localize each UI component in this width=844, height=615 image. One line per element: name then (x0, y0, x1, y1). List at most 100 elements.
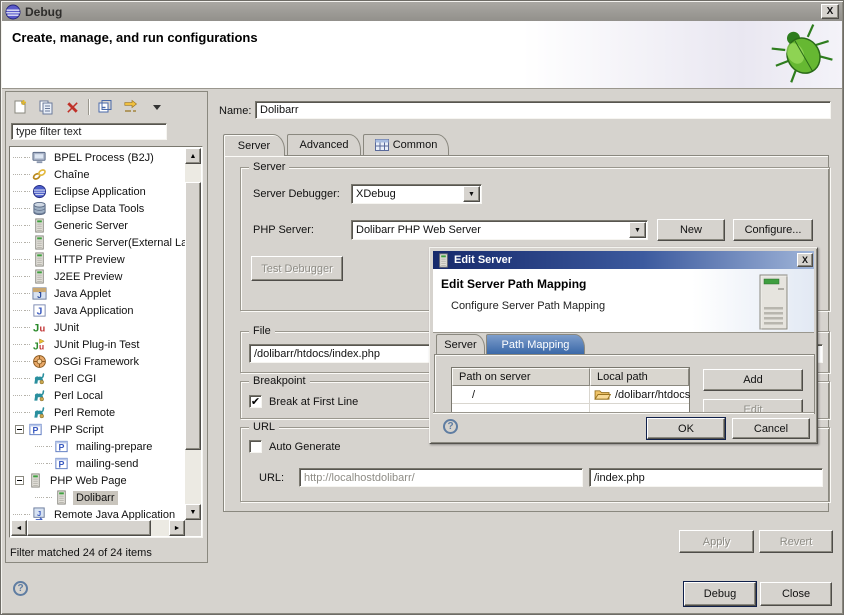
tree-item-osgi-framework[interactable]: OSGi Framework (11, 353, 185, 370)
dialog-close-button[interactable]: X (797, 253, 813, 267)
revert-button[interactable]: Revert (759, 530, 833, 553)
file-group-title: File (249, 325, 275, 337)
tree-item-java-application[interactable]: JJava Application (11, 302, 185, 319)
debug-button[interactable]: Debug (684, 582, 756, 606)
filter-options-icon[interactable] (121, 98, 141, 116)
tree-item-http-preview[interactable]: HTTP Preview (11, 251, 185, 268)
svg-text:J: J (37, 290, 42, 300)
chevron-down-icon[interactable]: ▼ (463, 186, 480, 202)
tree-guide-line (13, 242, 22, 243)
eclipse-icon (32, 184, 47, 199)
dialog-titlebar[interactable]: Edit Server X (433, 251, 814, 269)
tree-vertical-scrollbar[interactable]: ▲ ▼ (185, 148, 201, 520)
new-config-icon[interactable] (10, 98, 30, 116)
tab-advanced[interactable]: Advanced (287, 134, 361, 155)
tree-item-java-applet[interactable]: JJava Applet (11, 285, 185, 302)
collapse-all-icon[interactable] (95, 98, 115, 116)
tree-item-junit-plug-in-test[interactable]: JuJUnit Plug-in Test (11, 336, 185, 353)
url-path-input[interactable]: /index.php (589, 468, 823, 487)
tree-item-label: JUnit Plug-in Test (51, 338, 142, 352)
close-button[interactable]: Close (760, 582, 832, 606)
break-first-line-label: Break at First Line (269, 396, 358, 408)
vertical-scroll-thumb[interactable] (185, 182, 201, 450)
php-icon: P (54, 456, 69, 471)
filter-input[interactable]: type filter text (11, 123, 167, 140)
auto-generate-checkbox[interactable] (249, 440, 262, 453)
window-close-button[interactable]: X (821, 4, 839, 19)
tree-item-j2ee-preview[interactable]: J2EE Preview (11, 268, 185, 285)
php-server-combo[interactable]: Dolibarr PHP Web Server ▼ (351, 220, 648, 240)
tab-common[interactable]: Common (363, 134, 449, 155)
collapse-expander-icon[interactable] (15, 425, 24, 434)
svg-text:P: P (33, 426, 39, 436)
menu-caret-icon[interactable] (147, 98, 167, 116)
tree-horizontal-scrollbar[interactable]: ◄ ► (11, 520, 185, 536)
tree-item-bpel-process-b2j[interactable]: BPEL Process (B2J) (11, 149, 185, 166)
tree-guide-line (13, 344, 22, 345)
dialog-tab-path-mapping[interactable]: Path Mapping (486, 334, 585, 354)
perl-icon (32, 405, 47, 420)
tree-guide-line (24, 361, 30, 362)
tree-guide-line (24, 208, 30, 209)
duplicate-config-icon[interactable] (36, 98, 56, 116)
tree-item-junit[interactable]: JuJUnit (11, 319, 185, 336)
ok-button[interactable]: OK (647, 418, 725, 439)
apply-button[interactable]: Apply (679, 530, 754, 553)
tree-item-php-script[interactable]: PPHP Script (11, 421, 185, 438)
tree-item-perl-cgi[interactable]: Perl CGI (11, 370, 185, 387)
server-icon (28, 473, 43, 488)
scroll-up-button[interactable]: ▲ (185, 148, 201, 164)
add-mapping-button[interactable]: Add (703, 369, 803, 391)
tree-item-perl-remote[interactable]: Perl Remote (11, 404, 185, 421)
tree-item-dolibarr[interactable]: Dolibarr (11, 489, 185, 506)
debug-configurations-window: Debug X Create, manage, and run configur… (0, 0, 844, 615)
dialog-help-icon[interactable]: ? (443, 419, 458, 434)
horizontal-scroll-thumb[interactable] (27, 520, 151, 536)
configurations-tree-container: BPEL Process (B2J)ChaîneEclipse Applicat… (9, 146, 203, 538)
name-input[interactable]: Dolibarr (255, 101, 831, 119)
test-debugger-button[interactable]: Test Debugger (251, 256, 343, 281)
tree-item-generic-server[interactable]: Generic Server (11, 217, 185, 234)
collapse-expander-icon[interactable] (15, 476, 24, 485)
tree-item-perl-local[interactable]: Perl Local (11, 387, 185, 404)
column-header-path-on-server[interactable]: Path on server (452, 368, 590, 386)
tree-item-generic-server-external-la[interactable]: Generic Server(External La (11, 234, 185, 251)
new-server-button[interactable]: New (657, 219, 725, 241)
tree-item-label: BPEL Process (B2J) (51, 151, 157, 165)
chevron-down-icon[interactable]: ▼ (629, 222, 646, 238)
svg-text:u: u (40, 324, 46, 334)
tree-item-eclipse-data-tools[interactable]: Eclipse Data Tools (11, 200, 185, 217)
tree-item-label: Generic Server (51, 219, 131, 233)
tree-item-mailing-prepare[interactable]: Pmailing-prepare (11, 438, 185, 455)
tree-item-mailing-send[interactable]: Pmailing-send (11, 455, 185, 472)
dialog-tab-server[interactable]: Server (436, 334, 485, 354)
column-header-local-path[interactable]: Local path (590, 368, 689, 386)
break-first-line-checkbox[interactable]: ✔ (249, 395, 262, 408)
dialog-title: Edit Server (454, 254, 512, 266)
configure-server-button[interactable]: Configure... (733, 219, 813, 241)
filter-status-text: Filter matched 24 of 24 items (10, 547, 152, 559)
perl-icon (32, 388, 47, 403)
tree-item-remote-java-application[interactable]: JRemote Java Application (11, 506, 185, 520)
tree-item-eclipse-application[interactable]: Eclipse Application (11, 183, 185, 200)
tree-guide-line (24, 259, 30, 260)
scroll-right-button[interactable]: ► (169, 520, 185, 536)
tree-guide-line (24, 395, 30, 396)
osgi-icon (32, 354, 47, 369)
scroll-down-button[interactable]: ▼ (185, 504, 201, 520)
window-titlebar[interactable]: Debug X (2, 2, 842, 21)
tree-item-label: Remote Java Application (51, 508, 178, 521)
help-icon[interactable]: ? (13, 581, 28, 596)
path-mapping-table[interactable]: Path on server Local path //dolibarr/htd… (451, 367, 690, 414)
server-debugger-combo[interactable]: XDebug ▼ (351, 184, 482, 204)
tree-item-label: Perl CGI (51, 372, 99, 386)
cancel-button[interactable]: Cancel (732, 418, 810, 439)
tree-item-cha-ne[interactable]: Chaîne (11, 166, 185, 183)
scroll-left-button[interactable]: ◄ (11, 520, 27, 536)
tab-server[interactable]: Server (223, 134, 285, 156)
eclipse-logo-icon (5, 4, 21, 20)
tree-item-php-web-page[interactable]: PHP Web Page (11, 472, 185, 489)
tree-guide-line (35, 463, 44, 464)
process-icon (32, 150, 47, 165)
delete-config-icon[interactable] (62, 98, 82, 116)
